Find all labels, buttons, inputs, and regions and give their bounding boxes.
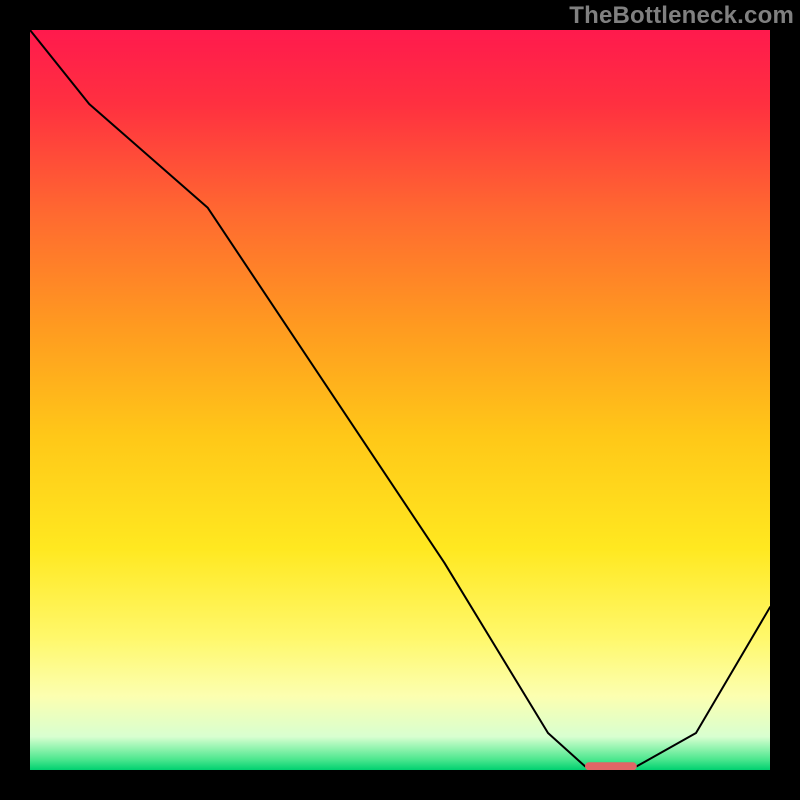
chart-frame: TheBottleneck.com	[0, 0, 800, 800]
plot-area	[30, 30, 770, 770]
optimum-marker	[585, 762, 637, 770]
chart-svg	[30, 30, 770, 770]
gradient-background	[30, 30, 770, 770]
watermark-text: TheBottleneck.com	[569, 2, 794, 30]
